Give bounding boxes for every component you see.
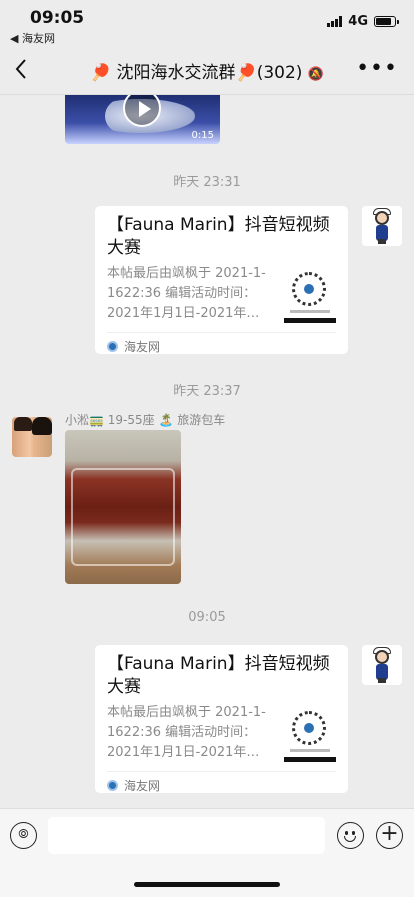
card-thumbnail	[284, 270, 336, 323]
message-timestamp: 09:05	[188, 610, 226, 625]
status-indicators: 4G	[327, 14, 399, 29]
avatar[interactable]	[12, 417, 52, 457]
home-indicator[interactable]	[134, 882, 280, 887]
sender-name: 小淞🚃 19-55座 🏝️ 旅游包车	[65, 413, 226, 427]
input-bar: ⦾ +	[0, 808, 414, 897]
chat-title: 🏓 沈阳海水交流群🏓(302) 🔕	[89, 63, 325, 83]
qr-code-icon	[292, 272, 326, 306]
message-timestamp: 昨天 23:31	[173, 175, 241, 190]
source-logo-icon	[107, 779, 118, 791]
video-duration: 0:15	[191, 130, 214, 141]
bell-off-icon: 🔕	[307, 67, 325, 82]
chevron-left-icon[interactable]	[14, 58, 34, 82]
voice-icon[interactable]: ⦾	[10, 822, 37, 849]
ellipsis-icon[interactable]: •••	[356, 56, 398, 81]
card-source: 海友网	[107, 771, 336, 798]
avatar[interactable]	[362, 206, 402, 246]
card-thumbnail	[284, 709, 336, 762]
message-list: 0:15 昨天 23:31 【Fauna Marin】抖音短视频大赛 本帖最后由…	[0, 95, 414, 808]
status-bar: 09:05 ◀ 海友网 4G	[0, 0, 414, 46]
card-title: 【Fauna Marin】抖音短视频大赛	[107, 654, 330, 697]
signal-icon	[327, 16, 343, 27]
card-title: 【Fauna Marin】抖音短视频大赛	[107, 215, 330, 258]
card-description: 本帖最后由飒枫于 2021-1-1622:36 编辑活动时间：2021年1月1日…	[107, 705, 266, 760]
avatar[interactable]	[362, 645, 402, 685]
link-card-message[interactable]: 【Fauna Marin】抖音短视频大赛 本帖最后由飒枫于 2021-1-162…	[95, 206, 348, 354]
status-time: 09:05	[30, 8, 85, 28]
message-timestamp: 昨天 23:37	[173, 384, 241, 399]
chat-header: 🏓 沈阳海水交流群🏓(302) 🔕 •••	[0, 46, 414, 95]
card-source: 海友网	[107, 332, 336, 359]
network-type: 4G	[348, 14, 368, 29]
photo-message[interactable]	[65, 430, 181, 584]
video-message[interactable]: 0:15	[65, 95, 220, 144]
qr-code-icon	[292, 711, 326, 745]
battery-icon	[374, 16, 399, 27]
message-input[interactable]	[48, 817, 325, 854]
source-logo-icon	[107, 340, 118, 352]
card-description: 本帖最后由飒枫于 2021-1-1622:36 编辑活动时间：2021年1月1日…	[107, 266, 266, 321]
back-to-app-link[interactable]: ◀ 海友网	[10, 30, 55, 46]
link-card-message[interactable]: 【Fauna Marin】抖音短视频大赛 本帖最后由飒枫于 2021-1-162…	[95, 645, 348, 793]
emoji-icon[interactable]	[337, 822, 364, 849]
plus-icon[interactable]: +	[376, 822, 403, 849]
